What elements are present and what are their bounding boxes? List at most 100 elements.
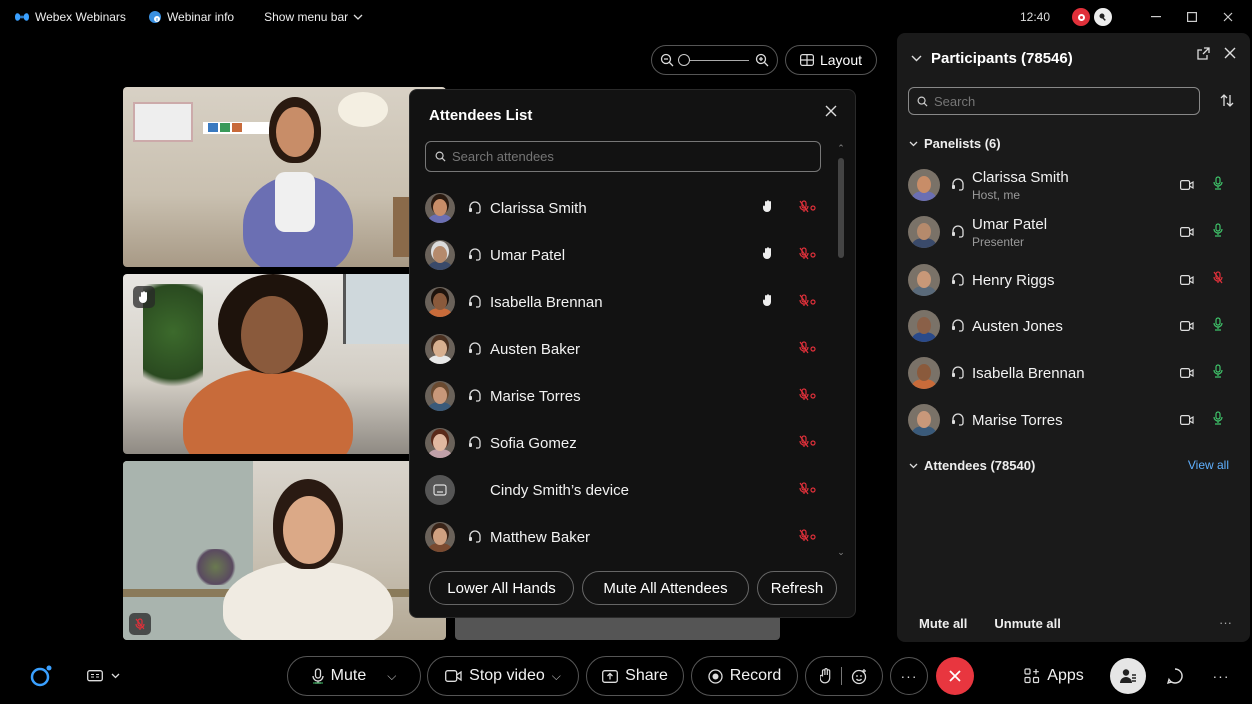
close-window-button[interactable] [1210, 0, 1246, 34]
muted-microphone-icon[interactable] [799, 200, 817, 219]
attendees-search-field[interactable] [425, 141, 821, 172]
muted-microphone-icon[interactable] [799, 388, 817, 407]
more-options-button[interactable]: ··· [890, 657, 928, 695]
unmute-all-button[interactable]: Unmute all [994, 616, 1060, 631]
scroll-up-icon[interactable]: ⌃ [835, 142, 847, 154]
attendee-row[interactable]: Clarissa Smith [425, 189, 825, 227]
webex-assistant-button[interactable] [22, 657, 60, 695]
scroll-down-icon[interactable]: ⌄ [835, 546, 847, 558]
sort-icon[interactable] [1220, 94, 1234, 110]
avatar [908, 404, 940, 436]
camera-icon[interactable] [1180, 318, 1194, 336]
zoom-in-icon[interactable] [755, 53, 769, 67]
webinar-info-button[interactable]: Webinar info [148, 10, 234, 24]
attendees-section-header[interactable]: Attendees (78540) [909, 458, 1035, 473]
video-tile-isabella[interactable] [123, 274, 446, 454]
title-bar: Webex Webinars Webinar info Show menu ba… [0, 0, 1252, 34]
panel-more-button[interactable]: ··· [1219, 615, 1232, 630]
key-icon[interactable] [1094, 8, 1112, 26]
raised-hand-icon[interactable] [763, 247, 773, 265]
participants-button[interactable] [1110, 658, 1146, 694]
layout-button[interactable]: Layout [785, 45, 877, 75]
close-popup-button[interactable] [821, 101, 841, 121]
audio-connection-icon [950, 366, 966, 380]
leave-meeting-button[interactable] [936, 657, 974, 695]
zoom-slider-handle[interactable] [678, 53, 690, 66]
more-menu-button[interactable]: ··· [1202, 657, 1240, 695]
microphone-muted-icon[interactable] [1213, 271, 1223, 290]
attendee-row[interactable]: Matthew Baker [425, 518, 825, 556]
panelist-row[interactable]: Marise Torres [908, 400, 1238, 440]
panelist-row[interactable]: Umar Patel Presenter [908, 212, 1238, 252]
panelist-row[interactable]: Isabella Brennan [908, 353, 1238, 393]
view-all-link[interactable]: View all [1188, 458, 1229, 472]
camera-icon[interactable] [1180, 224, 1194, 242]
attendees-search-input[interactable] [452, 149, 782, 164]
maximize-button[interactable] [1174, 0, 1210, 34]
mute-all-attendees-button[interactable]: Mute All Attendees [582, 571, 749, 605]
raised-hand-icon[interactable] [763, 200, 773, 218]
close-icon [1223, 12, 1233, 22]
scrollbar-thumb[interactable] [838, 158, 844, 258]
attendee-row[interactable]: Sofia Gomez [425, 424, 825, 462]
camera-icon[interactable] [1180, 177, 1194, 195]
zoom-out-icon[interactable] [660, 53, 674, 67]
video-tile-presenter[interactable] [123, 461, 446, 640]
show-menu-bar-button[interactable]: Show menu bar [264, 10, 363, 24]
chat-button[interactable] [1156, 657, 1194, 695]
attendee-row[interactable]: Isabella Brennan [425, 283, 825, 321]
raise-hand-icon[interactable] [820, 668, 832, 684]
participants-search-field[interactable] [908, 87, 1200, 115]
participants-search-input[interactable] [934, 93, 1184, 109]
camera-icon[interactable] [1180, 272, 1194, 290]
microphone-icon[interactable] [1213, 176, 1223, 195]
reactions-icon[interactable] [851, 668, 868, 685]
camera-icon[interactable] [1180, 365, 1194, 383]
minimize-button[interactable] [1138, 0, 1174, 34]
microphone-icon[interactable] [1213, 223, 1223, 242]
close-panel-icon[interactable] [1224, 47, 1236, 59]
panelist-role: Presenter [972, 234, 1025, 249]
microphone-icon[interactable] [1213, 364, 1223, 383]
attendee-row[interactable]: Umar Patel [425, 236, 825, 274]
chevron-down-icon[interactable]: ⌵ [552, 669, 561, 684]
lower-all-hands-button[interactable]: Lower All Hands [429, 571, 574, 605]
muted-microphone-icon[interactable] [799, 341, 817, 360]
muted-microphone-icon[interactable] [799, 482, 817, 501]
record-button[interactable]: Record [691, 656, 798, 696]
panelist-row[interactable]: Clarissa Smith Host, me [908, 165, 1238, 205]
stop-video-button[interactable]: Stop video ⌵ [427, 656, 579, 696]
panelist-row[interactable]: Henry Riggs [908, 260, 1238, 300]
muted-microphone-icon[interactable] [799, 435, 817, 454]
participants-header[interactable]: Participants (78546) [911, 50, 1073, 67]
panelists-section-header[interactable]: Panelists (6) [909, 136, 1001, 151]
zoom-control[interactable] [651, 45, 778, 75]
muted-microphone-icon[interactable] [799, 529, 817, 548]
more-options-label: ··· [900, 668, 918, 684]
panelist-row[interactable]: Austen Jones [908, 306, 1238, 346]
microphone-icon[interactable] [1213, 411, 1223, 430]
attendee-row[interactable]: Cindy Smith’s device [425, 471, 825, 509]
chevron-down-icon[interactable]: ⌵ [387, 669, 396, 684]
recording-indicator-icon[interactable] [1072, 8, 1090, 26]
microphone-icon[interactable] [1213, 317, 1223, 336]
attendee-row[interactable]: Marise Torres [425, 377, 825, 415]
mute-all-button[interactable]: Mute all [919, 616, 967, 631]
captions-button[interactable] [78, 657, 128, 695]
chevron-down-icon [111, 673, 119, 679]
app-menu[interactable]: Webex Webinars [14, 10, 126, 24]
zoom-slider[interactable] [678, 53, 749, 66]
apps-button[interactable]: Apps [1012, 656, 1096, 696]
video-tile-clarissa[interactable] [123, 87, 446, 267]
share-button[interactable]: Share [586, 656, 684, 696]
attendee-row[interactable]: Austen Baker [425, 330, 825, 368]
pop-out-icon[interactable] [1197, 47, 1210, 60]
mute-button[interactable]: Mute ⌵ [287, 656, 421, 696]
camera-icon[interactable] [1180, 412, 1194, 430]
muted-microphone-icon[interactable] [799, 247, 817, 266]
refresh-button[interactable]: Refresh [757, 571, 837, 605]
muted-microphone-icon[interactable] [799, 294, 817, 313]
attendees-scrollbar[interactable]: ⌃ ⌄ [835, 142, 847, 558]
raised-hand-icon[interactable] [763, 294, 773, 312]
panelist-info: Marise Torres [972, 412, 1063, 429]
